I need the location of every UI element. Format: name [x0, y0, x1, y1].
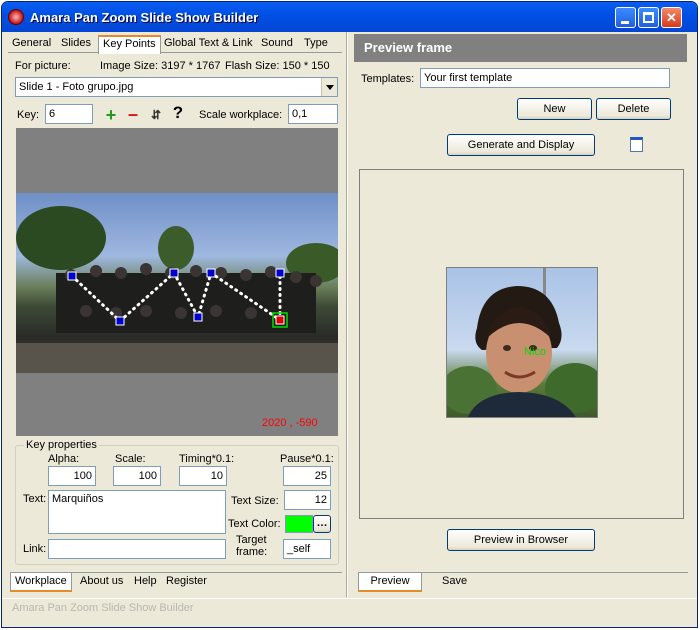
key-text-area[interactable]: Marquiños [48, 490, 226, 534]
help-icon[interactable]: ? [168, 103, 188, 123]
left-bottom-tabstrip: Workplace About us Help Register [10, 572, 342, 592]
slide-select[interactable]: Slide 1 - Foto grupo.jpg [15, 77, 338, 97]
scale-workplace-label: Scale workplace: [199, 109, 283, 121]
alpha-input[interactable]: 100 [48, 466, 96, 486]
scale-input[interactable]: 100 [113, 466, 161, 486]
window-title: Amara Pan Zoom Slide Show Builder [30, 10, 259, 25]
tab-workplace[interactable]: Workplace [10, 573, 72, 592]
status-bar: Amara Pan Zoom Slide Show Builder [2, 598, 697, 619]
preview-in-browser-button[interactable]: Preview in Browser [447, 529, 595, 551]
slide-photo [16, 193, 338, 373]
tab-global-text-link[interactable]: Global Text & Link [160, 35, 256, 53]
scale-workplace-input[interactable]: 0,1 [288, 104, 338, 124]
panel-splitter[interactable] [346, 32, 348, 597]
tab-sound[interactable]: Sound [257, 35, 297, 53]
text-size-input[interactable]: 12 [284, 490, 331, 510]
app-icon [8, 9, 24, 25]
preview-key-label: Nico [524, 346, 547, 358]
tab-slides[interactable]: Slides [57, 35, 95, 53]
text-color-swatch[interactable] [285, 515, 313, 533]
photo-illustration [16, 206, 338, 373]
text-color-label: Text Color: [228, 518, 281, 530]
window-icon[interactable] [630, 137, 643, 152]
key-label: Key: [17, 109, 40, 121]
workplace-canvas[interactable]: 2020 , -590 [16, 128, 338, 436]
tab-save[interactable]: Save [438, 573, 471, 591]
tab-about-us[interactable]: About us [76, 573, 127, 591]
tab-key-points[interactable]: Key Points [98, 35, 161, 54]
preview-image [446, 267, 598, 418]
alpha-label: Alpha: [48, 453, 80, 465]
close-icon: ✕ [666, 10, 677, 25]
minimize-icon [621, 21, 629, 24]
tab-help[interactable]: Help [130, 573, 161, 591]
delete-button[interactable]: Delete [596, 98, 671, 120]
dropdown-button[interactable] [321, 78, 337, 96]
text-label: Text: [23, 493, 47, 505]
preview-frame-header: Preview frame [354, 34, 687, 62]
target-frame-input[interactable]: _self [283, 539, 331, 559]
key-input[interactable]: 6 [45, 104, 93, 124]
target-frame-label: Target frame: [236, 534, 268, 558]
title-bar[interactable]: Amara Pan Zoom Slide Show Builder ✕ [2, 2, 697, 32]
app-window: Amara Pan Zoom Slide Show Builder ✕ Gene… [1, 1, 698, 628]
slide-select-value: Slide 1 - Foto grupo.jpg [19, 81, 134, 93]
minimize-button[interactable] [615, 7, 636, 28]
flash-size-text: Flash Size: 150 * 150 [225, 60, 330, 72]
tab-preview[interactable]: Preview [358, 573, 422, 592]
coordinate-readout: 2020 , -590 [262, 417, 318, 429]
pick-color-button[interactable]: … [313, 515, 331, 533]
right-bottom-tabstrip: Preview Save [358, 572, 688, 592]
timing-input[interactable]: 10 [179, 466, 227, 486]
move-key-icon[interactable]: ⇵ [146, 105, 166, 125]
link-input[interactable] [48, 539, 226, 559]
add-key-icon[interactable]: + [101, 105, 121, 125]
maximize-icon [643, 12, 654, 23]
timing-label: Timing*0.1: [179, 453, 235, 465]
tab-general[interactable]: General [8, 35, 55, 53]
tab-register[interactable]: Register [162, 573, 211, 591]
left-tabstrip: General Slides Key Points Global Text & … [8, 35, 342, 54]
remove-key-icon[interactable]: – [123, 104, 143, 124]
for-picture-label: For picture: [15, 60, 71, 72]
link-label: Link: [23, 543, 47, 555]
templates-label: Templates: [361, 73, 415, 85]
text-size-label: Text Size: [231, 495, 279, 507]
generate-display-button[interactable]: Generate and Display [447, 134, 595, 156]
close-button[interactable]: ✕ [661, 7, 682, 28]
templates-input[interactable]: Your first template [420, 68, 670, 88]
tab-type[interactable]: Type [300, 35, 332, 53]
image-size-text: Image Size: 3197 * 1767 [100, 60, 221, 72]
new-button[interactable]: New [517, 98, 592, 120]
preview-face-illustration [447, 268, 597, 417]
pause-input[interactable]: 25 [283, 466, 331, 486]
key-properties-title: Key properties [24, 439, 99, 451]
scale-label: Scale: [115, 453, 146, 465]
pause-label: Pause*0.1: [280, 453, 334, 465]
chevron-down-icon [326, 85, 334, 90]
maximize-button[interactable] [638, 7, 659, 28]
